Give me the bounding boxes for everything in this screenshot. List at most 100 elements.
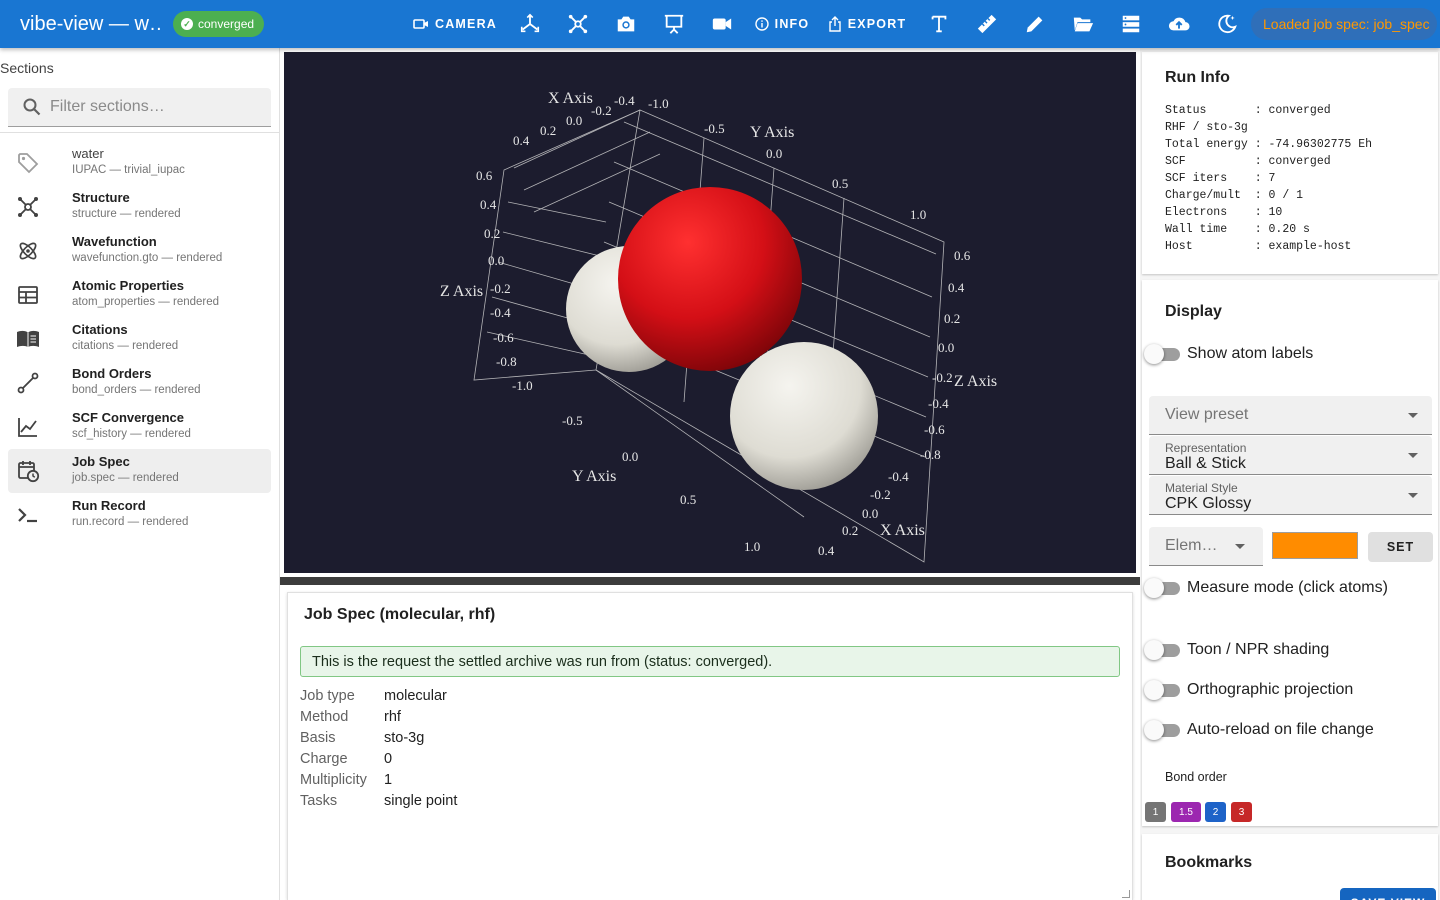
text-button[interactable] [923, 8, 955, 40]
sidebar-item-label: Job Spec [72, 454, 130, 469]
export-button-label: EXPORT [847, 17, 907, 31]
tick-label: -0.4 [614, 93, 635, 108]
pencil-icon [1026, 16, 1043, 33]
molecule-button[interactable] [562, 8, 594, 40]
bond-order-chip-3[interactable]: 3 [1231, 802, 1252, 822]
select-label: Representation [1165, 441, 1247, 455]
job-spec-key: Job type [300, 688, 355, 704]
sidebar-item-label: water [72, 146, 104, 161]
molecule-water[interactable] [566, 187, 878, 490]
open-file-button[interactable] [1067, 8, 1099, 40]
toggle-label: Measure mode (click atoms) [1187, 579, 1388, 596]
job-spec-row: Multiplicity 1 [300, 772, 392, 788]
sidebar-item-water[interactable]: water IUPAC — trivial_iupac [8, 141, 271, 185]
measure-mode-toggle[interactable]: Measure mode (click atoms) [1142, 576, 1388, 600]
bond-order-label: Bond order [1165, 770, 1227, 784]
display-title: Display [1165, 303, 1222, 320]
z-axis-title-right: Z Axis [954, 373, 997, 390]
toon-shading-toggle[interactable]: Toon / NPR shading [1142, 638, 1329, 662]
select-label: Material Style [1165, 481, 1238, 495]
bond-order-chip-2[interactable]: 2 [1205, 802, 1226, 822]
y-axis-title-top: Y Axis [750, 124, 794, 141]
tick-label: 0.6 [954, 248, 971, 263]
sidebar-item-wavefunction[interactable]: Wavefunction wavefunction.gto — rendered [8, 229, 271, 273]
run-info-title: Run Info [1165, 69, 1230, 86]
sidebar-item-subtitle: structure — rendered [72, 208, 181, 220]
hydrogen-atom[interactable] [730, 342, 878, 490]
tick-label: -0.4 [490, 305, 511, 320]
bond-order-chip-1-5[interactable]: 1.5 [1171, 802, 1201, 822]
camera-snapshot-icon [617, 16, 635, 32]
tick-label: -0.4 [928, 396, 949, 411]
toggle-switch[interactable] [1142, 638, 1182, 662]
x-axis-title-bottom: X Axis [880, 522, 925, 539]
sidebar-item-label: Citations [72, 322, 128, 337]
measure-button[interactable] [971, 8, 1003, 40]
bond-icon [16, 371, 40, 395]
molecule-3d-viewer[interactable]: X Axis Y Axis Z Axis Z Axis Y Axis X Axi… [284, 52, 1136, 573]
export-button[interactable]: EXPORT [824, 8, 910, 40]
sidebar-item-job-spec[interactable]: Job Spec job.spec — rendered [8, 449, 271, 493]
tick-label: -0.8 [496, 354, 517, 369]
filter-sections-field[interactable] [8, 88, 271, 127]
viewer-canvas[interactable]: X Axis Y Axis Z Axis Z Axis Y Axis X Axi… [284, 52, 1136, 573]
save-view-button[interactable]: SAVE VIEW [1340, 888, 1436, 900]
toggle-switch[interactable] [1142, 342, 1182, 366]
tick-label: -0.2 [932, 370, 953, 385]
toggle-label: Toon / NPR shading [1187, 641, 1330, 658]
show-atom-labels-toggle[interactable]: Show atom labels [1142, 342, 1313, 366]
draw-button[interactable] [1019, 8, 1051, 40]
info-icon [754, 17, 769, 31]
tick-label: 0.0 [862, 506, 878, 521]
toggle-switch[interactable] [1142, 678, 1182, 702]
atom-icon [16, 239, 40, 263]
loaded-file-chip[interactable]: Loaded job spec: job_spec [1251, 8, 1437, 40]
tick-label: -0.4 [888, 469, 909, 484]
sidebar-item-bond-orders[interactable]: Bond Orders bond_orders — rendered [8, 361, 271, 405]
sidebar-item-structure[interactable]: Structure structure — rendered [8, 185, 271, 229]
tick-label: 0.0 [766, 146, 782, 161]
presentation-button[interactable] [658, 8, 690, 40]
job-spec-row: Charge 0 [300, 751, 392, 767]
tick-label: 1.0 [910, 207, 926, 222]
tick-label: 0.2 [944, 311, 960, 326]
select-value: CPK Glossy [1165, 495, 1252, 512]
server-button[interactable] [1115, 8, 1147, 40]
select-placeholder: View preset [1165, 406, 1249, 423]
element-select[interactable]: Elem… [1149, 527, 1263, 566]
representation-select[interactable]: Representation Ball & Stick [1149, 436, 1432, 475]
job-spec-key: Method [300, 709, 349, 725]
set-color-button[interactable]: SET [1368, 532, 1433, 562]
toggle-switch[interactable] [1142, 718, 1182, 742]
tick-label: 0.2 [842, 523, 858, 538]
resize-handle[interactable] [1122, 890, 1130, 898]
chevron-down-icon [1235, 544, 1245, 549]
material-style-select[interactable]: Material Style CPK Glossy [1149, 476, 1432, 515]
camera-button[interactable]: CAMERA [408, 8, 502, 40]
job-spec-key: Tasks [300, 793, 338, 809]
sidebar-item-scf-convergence[interactable]: SCF Convergence scf_history — rendered [8, 405, 271, 449]
server-icon [1122, 15, 1140, 33]
bond-order-chip-1[interactable]: 1 [1145, 802, 1166, 822]
panel-splitter[interactable] [280, 577, 1140, 585]
snapshot-button[interactable] [610, 8, 642, 40]
tick-label: 0.0 [566, 113, 582, 128]
sidebar-item-citations[interactable]: Citations citations — rendered [8, 317, 271, 361]
tick-label: -1.0 [648, 96, 669, 111]
upload-button[interactable] [1163, 8, 1195, 40]
toggle-switch[interactable] [1142, 576, 1182, 600]
sidebar-item-run-record[interactable]: Run Record run.record — rendered [8, 493, 271, 537]
filter-sections-input[interactable] [50, 98, 260, 116]
top-app-bar: vibe-view — w… ✓ converged CAMERA INFO E… [0, 0, 1440, 48]
display-card: Display Show atom labels View preset Rep… [1142, 280, 1438, 826]
orthographic-toggle[interactable]: Orthographic projection [1142, 678, 1353, 702]
axes-button[interactable] [514, 8, 546, 40]
info-button[interactable]: INFO [750, 8, 814, 40]
theme-toggle-button[interactable] [1211, 8, 1243, 40]
record-video-button[interactable] [706, 8, 738, 40]
sidebar-item-atomic-properties[interactable]: Atomic Properties atom_properties — rend… [8, 273, 271, 317]
auto-reload-toggle[interactable]: Auto-reload on file change [1142, 718, 1374, 742]
element-color-swatch[interactable] [1272, 532, 1358, 559]
oxygen-atom[interactable] [618, 187, 802, 371]
view-preset-select[interactable]: View preset [1149, 396, 1432, 435]
